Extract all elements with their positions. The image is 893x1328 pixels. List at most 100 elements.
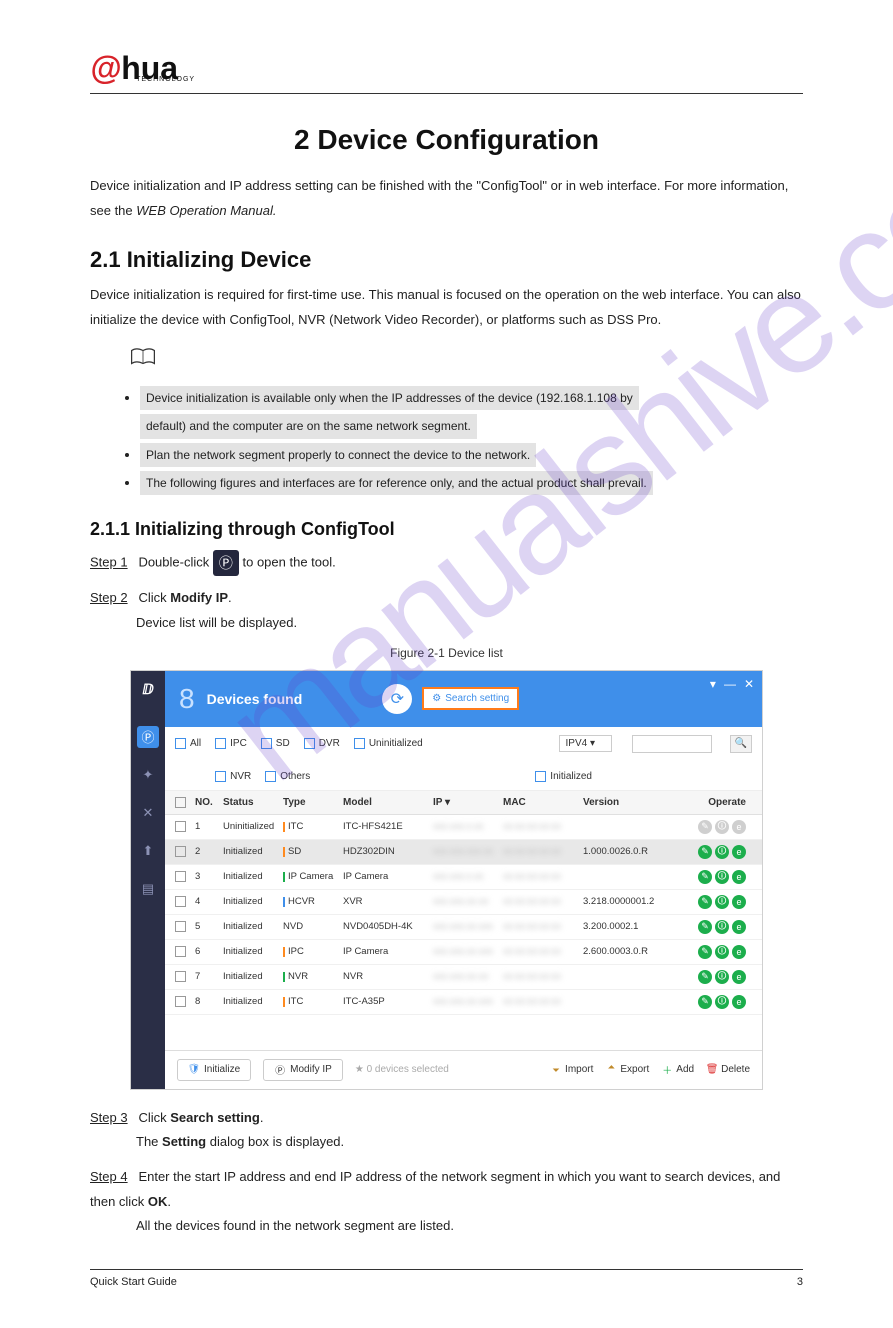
sidebar-modify-ip-icon[interactable]: Ⓟ xyxy=(137,726,159,748)
intro-paragraph: Device initialization and IP address set… xyxy=(90,174,803,223)
step-3-post2: dialog box is displayed. xyxy=(210,1134,344,1149)
step-1-post: to open the tool. xyxy=(243,555,336,570)
logo-part1: @ xyxy=(90,50,121,86)
detail-icon[interactable]: 🛈 xyxy=(715,895,729,909)
row-checkbox[interactable] xyxy=(175,946,186,957)
table-row[interactable]: 4InitializedHCVRXVRxxx.xxx.xx.xxxx:xx:xx… xyxy=(165,890,762,915)
row-mac: xx:xx:xx:xx:xx xyxy=(503,921,583,932)
import-button[interactable]: 🞃Import xyxy=(550,1064,593,1076)
search-icon[interactable]: 🔍 xyxy=(730,735,752,753)
detail-icon[interactable]: 🛈 xyxy=(715,920,729,934)
row-checkbox[interactable] xyxy=(175,896,186,907)
web-icon[interactable]: e xyxy=(732,970,746,984)
row-checkbox[interactable] xyxy=(175,821,186,832)
detail-icon[interactable]: 🛈 xyxy=(715,870,729,884)
row-type: HCVR xyxy=(283,896,343,907)
section-2-1-title: 2.1 Initializing Device xyxy=(90,247,803,273)
row-checkbox[interactable] xyxy=(175,846,186,857)
table-row[interactable]: 7InitializedNVRNVRxxx.xxx.xx.xxxx:xx:xx:… xyxy=(165,965,762,990)
intro-link-text: WEB Operation Manual. xyxy=(136,203,276,218)
col-model: Model xyxy=(343,797,433,808)
row-model: ITC-A35P xyxy=(343,996,433,1007)
bottom-toolbar: 🛡 Initialize Ⓟ Modify IP ★ 0 devices sel… xyxy=(165,1050,762,1089)
edit-icon[interactable]: ✎ xyxy=(698,895,712,909)
row-type: SD xyxy=(283,846,343,857)
detail-icon[interactable]: 🛈 xyxy=(715,820,729,834)
table-row[interactable]: 5InitializedNVDNVD0405DH-4Kxxx.xxx.xx.xx… xyxy=(165,915,762,940)
detail-icon[interactable]: 🛈 xyxy=(715,995,729,1009)
sidebar-device-init-icon[interactable]: ✦ xyxy=(137,764,159,786)
window-minimize-icon[interactable]: — xyxy=(724,677,736,691)
window-help-icon[interactable]: ▾ xyxy=(710,677,716,691)
filter-nvr[interactable]: NVR xyxy=(215,771,251,782)
add-button[interactable]: ＋Add xyxy=(661,1064,694,1076)
edit-icon[interactable]: ✎ xyxy=(698,820,712,834)
row-checkbox[interactable] xyxy=(175,971,186,982)
edit-icon[interactable]: ✎ xyxy=(698,945,712,959)
table-row[interactable]: 1UninitializedITCITC-HFS421Exxx.xxx.x.xx… xyxy=(165,815,762,840)
col-mac: MAC xyxy=(503,797,583,808)
col-type: Type xyxy=(283,797,343,808)
search-setting-button[interactable]: ⚙ Search setting xyxy=(422,687,519,710)
filter-sd[interactable]: SD xyxy=(261,738,290,749)
step-4-row: Step 4 Enter the start IP address and en… xyxy=(90,1165,803,1239)
col-ip[interactable]: IP ▾ xyxy=(433,797,503,808)
window-close-icon[interactable]: ✕ xyxy=(744,677,754,691)
ip-version-select[interactable]: IPV4 ▾ xyxy=(559,735,613,752)
select-all-checkbox[interactable] xyxy=(175,797,186,808)
table-row[interactable]: 3InitializedIP CameraIP Cameraxxx.xxx.x.… xyxy=(165,865,762,890)
detail-icon[interactable]: 🛈 xyxy=(715,845,729,859)
row-mac: xx:xx:xx:xx:xx xyxy=(503,821,583,832)
row-type: IPC xyxy=(283,946,343,957)
plus-icon: ＋ xyxy=(661,1064,673,1076)
step-1-row: Step 1 Double-click Ⓟ to open the tool. xyxy=(90,550,803,576)
footer-left: Quick Start Guide xyxy=(90,1276,177,1288)
row-type: NVD xyxy=(283,921,343,932)
modify-ip-button[interactable]: Ⓟ Modify IP xyxy=(263,1059,343,1081)
web-icon[interactable]: e xyxy=(732,870,746,884)
sidebar-upgrade-icon[interactable]: ⬆ xyxy=(137,840,159,862)
filter-ipc[interactable]: IPC xyxy=(215,738,247,749)
initialize-button[interactable]: 🛡 Initialize xyxy=(177,1059,251,1081)
web-icon[interactable]: e xyxy=(732,995,746,1009)
table-row[interactable]: 6InitializedIPCIP Cameraxxx.xxx.xx.xxxxx… xyxy=(165,940,762,965)
detail-icon[interactable]: 🛈 xyxy=(715,945,729,959)
row-no: 7 xyxy=(195,971,223,982)
edit-icon[interactable]: ✎ xyxy=(698,920,712,934)
logo-subtitle: TECHNOLOGY xyxy=(136,76,195,83)
note-lines: Device initialization is available only … xyxy=(130,384,803,498)
filter-others[interactable]: Others xyxy=(265,771,310,782)
row-status: Initialized xyxy=(223,871,283,882)
web-icon[interactable]: e xyxy=(732,895,746,909)
filter-init[interactable]: Initialized xyxy=(535,771,592,782)
col-no: NO. xyxy=(195,797,223,808)
row-checkbox[interactable] xyxy=(175,871,186,882)
search-input[interactable] xyxy=(632,735,712,753)
row-operate: ✎🛈e xyxy=(673,870,752,884)
edit-icon[interactable]: ✎ xyxy=(698,845,712,859)
edit-icon[interactable]: ✎ xyxy=(698,870,712,884)
filter-uninit[interactable]: Uninitialized xyxy=(354,738,423,749)
table-row[interactable]: 8InitializedITCITC-A35Pxxx.xxx.xx.xxxxx:… xyxy=(165,990,762,1015)
table-row[interactable]: 2InitializedSDHDZ302DINxxx.xxx.xxx.xxxx:… xyxy=(165,840,762,865)
row-checkbox[interactable] xyxy=(175,921,186,932)
search-setting-label: Search setting xyxy=(445,693,509,704)
step-4-pre: Enter the start IP address and end IP ad… xyxy=(90,1169,780,1209)
edit-icon[interactable]: ✎ xyxy=(698,995,712,1009)
refresh-icon[interactable]: ⟳ xyxy=(382,684,412,714)
web-icon[interactable]: e xyxy=(732,845,746,859)
export-button[interactable]: 🞁Export xyxy=(605,1064,649,1076)
web-icon[interactable]: e xyxy=(732,920,746,934)
row-checkbox[interactable] xyxy=(175,996,186,1007)
web-icon[interactable]: e xyxy=(732,820,746,834)
sidebar-config-icon[interactable]: ▤ xyxy=(137,878,159,900)
note-line-1a: Device initialization is available only … xyxy=(140,386,639,410)
web-icon[interactable]: e xyxy=(732,945,746,959)
detail-icon[interactable]: 🛈 xyxy=(715,970,729,984)
filter-dvr[interactable]: DVR xyxy=(304,738,340,749)
row-status: Initialized xyxy=(223,971,283,982)
sidebar-system-settings-icon[interactable]: ✕ xyxy=(137,802,159,824)
filter-all[interactable]: All xyxy=(175,738,201,749)
delete-button[interactable]: 🗑Delete xyxy=(706,1064,750,1076)
edit-icon[interactable]: ✎ xyxy=(698,970,712,984)
